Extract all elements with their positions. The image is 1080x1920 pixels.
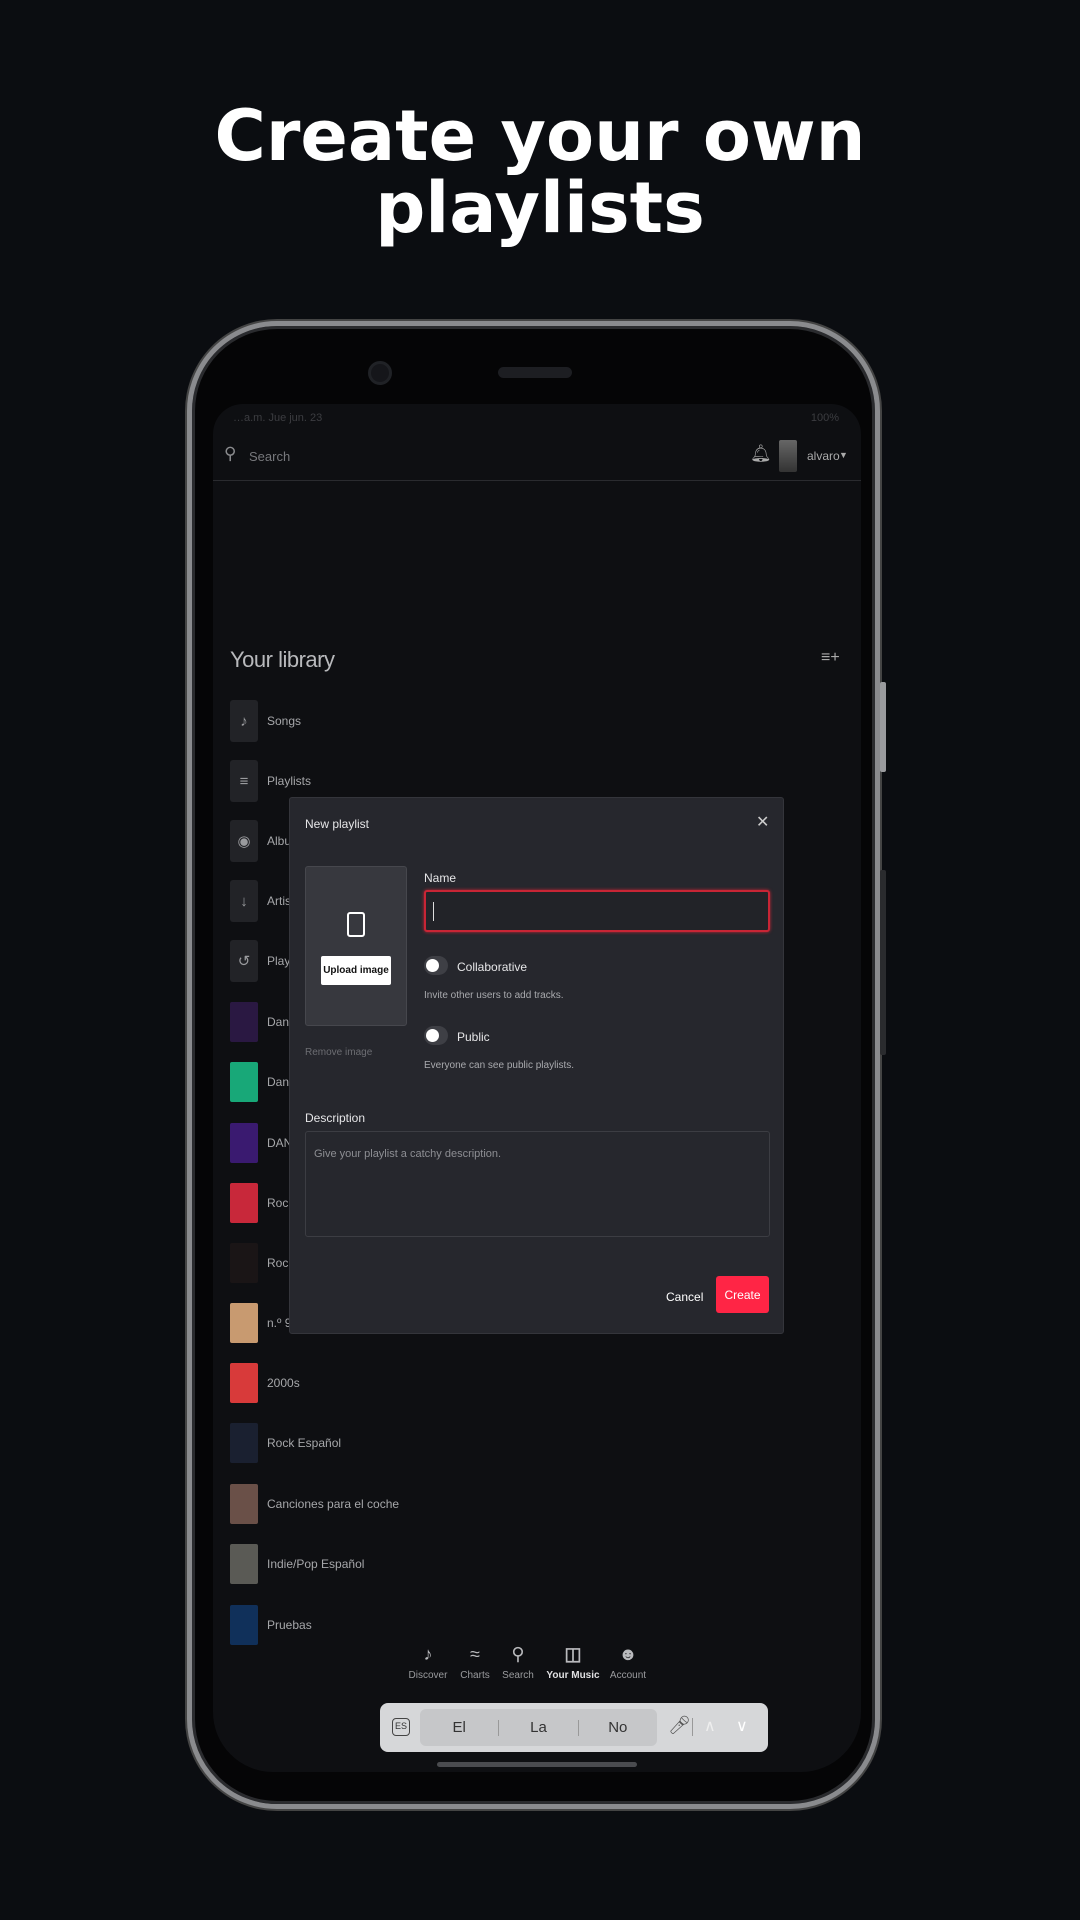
album-icon: ◉: [230, 820, 258, 862]
public-label: Public: [457, 1030, 490, 1044]
nav-label: Account: [609, 1670, 647, 1681]
search-icon: ⚲: [511, 1644, 525, 1664]
suggestions: El La No: [420, 1709, 657, 1746]
library-item-label: Songs: [267, 714, 302, 728]
image-icon: [347, 912, 365, 937]
music-note-icon: ♪: [230, 700, 258, 742]
library-item[interactable]: Canciones para el coche: [230, 1483, 630, 1525]
library-item[interactable]: 2000s: [230, 1362, 630, 1404]
microphone-icon: ↓: [230, 880, 258, 922]
chevron-up-icon[interactable]: ∧: [704, 1716, 716, 1736]
library-item[interactable]: Rock Español: [230, 1422, 630, 1464]
music-note-icon: ♪: [423, 1644, 433, 1664]
nav-discover[interactable]: ♪ Discover: [403, 1644, 453, 1694]
dialog-title: New playlist: [305, 817, 370, 831]
chevron-down-icon[interactable]: ∨: [736, 1716, 748, 1736]
library-title: Your library: [230, 647, 335, 672]
playlist-cover: [230, 1303, 258, 1343]
suggestion[interactable]: La: [499, 1719, 577, 1736]
status-time: …a.m. Jue jun. 23: [233, 412, 323, 424]
library-item[interactable]: Indie/Pop Español: [230, 1543, 630, 1585]
description-label: Description: [305, 1111, 366, 1125]
headline-line-2: playlists: [375, 167, 705, 249]
library-item-label: 2000s: [267, 1376, 300, 1390]
name-label: Name: [424, 871, 457, 885]
cancel-button[interactable]: Cancel: [666, 1290, 703, 1304]
bell-icon[interactable]: 🔔︎: [750, 444, 772, 464]
remove-image-link[interactable]: Remove image: [305, 1047, 372, 1058]
playlist-cover: [230, 1243, 258, 1283]
description-textarea[interactable]: Give your playlist a catchy description.: [305, 1131, 770, 1237]
speaker: [498, 367, 572, 378]
collaborative-label: Collaborative: [457, 960, 528, 974]
collaborative-toggle[interactable]: [424, 956, 448, 975]
nav-search[interactable]: ⚲ Search: [493, 1644, 543, 1694]
close-icon[interactable]: ✕: [756, 812, 769, 832]
create-button[interactable]: Create: [716, 1276, 769, 1313]
library-item-label: Playlists: [267, 774, 312, 788]
volume-button: [880, 870, 886, 1055]
playlist-cover: [230, 1423, 258, 1463]
library-item[interactable]: ♪ Songs: [230, 700, 630, 742]
microphone-icon[interactable]: 🎤︎: [668, 1715, 691, 1736]
playlist-cover: [230, 1484, 258, 1524]
playlist-icon: ≡: [230, 760, 258, 802]
playlist-cover: [230, 1062, 258, 1102]
history-icon: ↺: [230, 940, 258, 982]
playlist-cover: [230, 1002, 258, 1042]
nav-your-music[interactable]: ◫ Your Music: [543, 1644, 603, 1694]
playlist-cover: [230, 1605, 258, 1645]
top-header: ⚲ Search 🔔︎ alvaro ▼: [213, 434, 861, 481]
library-item[interactable]: ≡ Playlists: [230, 760, 630, 802]
library-item-label: Rock Español: [267, 1436, 342, 1450]
nav-label: Discover: [408, 1670, 448, 1681]
playlist-cover: [230, 1363, 258, 1403]
upload-image-button[interactable]: Upload image: [321, 956, 391, 985]
library-item-label: Indie/Pop Español: [267, 1557, 365, 1571]
playlist-cover: [230, 1183, 258, 1223]
add-playlist-icon[interactable]: ≡+: [821, 649, 840, 667]
library-item-label: Canciones para el coche: [267, 1497, 400, 1511]
library-item-label: Pruebas: [267, 1618, 312, 1632]
avatar[interactable]: [779, 440, 797, 472]
nav-label: Your Music: [546, 1670, 600, 1681]
new-playlist-dialog: New playlist ✕ Upload image Remove image…: [289, 797, 784, 1334]
power-button: [880, 682, 886, 772]
library-icon: ◫: [564, 1644, 582, 1664]
home-indicator[interactable]: [437, 1762, 637, 1767]
description-placeholder: Give your playlist a catchy description.: [314, 1148, 502, 1160]
language-key[interactable]: ES: [392, 1718, 410, 1736]
bottom-nav: ♪ Discover ≈ Charts ⚲ Search ◫ Your Music ☻ A…: [403, 1644, 683, 1694]
playlist-cover: [230, 1544, 258, 1584]
public-toggle[interactable]: [424, 1026, 448, 1045]
nav-label: Search: [502, 1670, 534, 1681]
suggestion[interactable]: El: [420, 1719, 498, 1736]
text-cursor: [433, 902, 434, 921]
library-item[interactable]: Pruebas: [230, 1604, 630, 1646]
suggestion[interactable]: No: [579, 1719, 657, 1736]
username[interactable]: alvaro: [807, 449, 840, 463]
headline: Create your own playlists: [0, 100, 1080, 244]
status-bar: …a.m. Jue jun. 23 100%: [213, 404, 861, 434]
public-description: Everyone can see public playlists.: [424, 1060, 575, 1071]
camera: [368, 361, 392, 385]
collaborative-description: Invite other users to add tracks.: [424, 990, 564, 1001]
search-input[interactable]: Search: [249, 449, 290, 464]
status-battery: 100%: [810, 412, 839, 424]
chevron-down-icon[interactable]: ▼: [839, 450, 848, 460]
headline-line-1: Create your own: [214, 95, 866, 177]
keyboard-suggestion-bar: ES El La No 🎤︎ ∧ ∨: [380, 1703, 768, 1752]
name-input[interactable]: [424, 890, 770, 932]
playlist-cover: [230, 1123, 258, 1163]
nav-account[interactable]: ☻ Account: [603, 1644, 653, 1694]
image-upload-box[interactable]: Upload image: [305, 866, 407, 1026]
search-icon[interactable]: ⚲: [224, 444, 236, 464]
account-icon: ☻: [618, 1644, 638, 1664]
